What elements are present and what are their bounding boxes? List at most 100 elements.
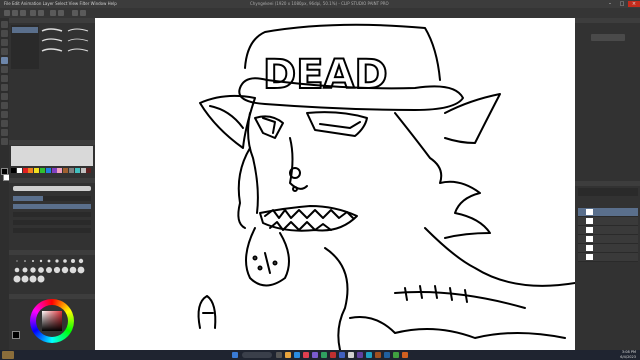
layer-thumbnail	[586, 245, 593, 251]
clip-studio-icon[interactable]	[348, 352, 354, 358]
airbrush-tool-icon[interactable]	[1, 84, 8, 91]
color-swatch[interactable]	[40, 168, 45, 173]
brush-stroke-preview[interactable]	[67, 28, 89, 32]
brush-preview-grid[interactable]	[40, 25, 94, 69]
color-wheel[interactable]	[30, 299, 74, 343]
app-icon[interactable]	[375, 352, 381, 358]
color-swatch[interactable]	[11, 168, 16, 173]
save-icon[interactable]	[20, 10, 26, 16]
open-file-icon[interactable]	[12, 10, 18, 16]
eraser-tool-icon[interactable]	[1, 93, 8, 100]
color-swatch[interactable]	[63, 168, 69, 173]
collar-line	[349, 316, 566, 339]
layer-row-selected[interactable]	[578, 208, 638, 217]
tongue-dot	[257, 265, 263, 271]
app-icon[interactable]	[357, 352, 363, 358]
file-explorer-icon[interactable]	[285, 352, 291, 358]
color-swatch[interactable]	[34, 168, 40, 173]
pen-tool-icon[interactable]	[1, 57, 8, 64]
layer-toolbar[interactable]	[578, 188, 638, 196]
brush-stroke-preview[interactable]	[67, 48, 89, 52]
color-swatch[interactable]	[28, 168, 34, 173]
color-swatch[interactable]	[57, 168, 63, 173]
app-icon[interactable]	[366, 352, 372, 358]
zoom-tool-icon[interactable]	[1, 21, 8, 28]
select-tool-icon[interactable]	[1, 39, 8, 46]
redo-icon[interactable]	[38, 10, 44, 16]
blend-tool-icon[interactable]	[1, 102, 8, 109]
eyedropper-tool-icon[interactable]	[1, 48, 8, 55]
pencil-tool-icon[interactable]	[1, 66, 8, 73]
app-icon[interactable]	[303, 352, 309, 358]
search-box[interactable]	[242, 352, 272, 358]
layer-row[interactable]	[578, 253, 638, 262]
layer-row[interactable]	[578, 226, 638, 235]
canvas[interactable]: DEAD	[95, 18, 575, 350]
app-icon[interactable]	[312, 352, 318, 358]
tongue-dot	[252, 255, 258, 261]
brush-size-panel	[9, 250, 95, 255]
anti-aliasing-setting[interactable]	[13, 212, 91, 217]
vector-magnet-setting[interactable]	[13, 228, 91, 233]
navigator-panel	[575, 18, 640, 23]
ruler-icon[interactable]	[80, 10, 86, 16]
gradient-tool-icon[interactable]	[1, 120, 8, 127]
color-swatch[interactable]	[86, 168, 92, 173]
mouth	[259, 205, 358, 232]
clear-icon[interactable]	[50, 10, 56, 16]
brush-stroke-preview[interactable]	[41, 28, 63, 32]
brush-size-fill	[13, 196, 43, 201]
edge-icon[interactable]	[294, 352, 300, 358]
layer-row[interactable]	[578, 217, 638, 226]
color-swatch[interactable]	[16, 168, 22, 173]
color-swatch[interactable]	[74, 168, 80, 173]
left-panel	[9, 18, 95, 350]
color-swatch[interactable]	[45, 168, 51, 173]
sub-tool-group-selected[interactable]	[12, 27, 38, 33]
undo-icon[interactable]	[30, 10, 36, 16]
minimize-icon[interactable]: –	[604, 1, 616, 7]
app-icon[interactable]	[330, 352, 336, 358]
brush-stroke-preview[interactable]	[41, 38, 63, 42]
current-color-icon[interactable]	[12, 331, 20, 339]
layer-row[interactable]	[578, 244, 638, 253]
app-icon[interactable]	[384, 352, 390, 358]
opacity-slider[interactable]	[13, 204, 91, 209]
color-swatch[interactable]	[69, 168, 74, 173]
move-tool-icon[interactable]	[1, 30, 8, 37]
app-icon[interactable]	[393, 352, 399, 358]
maximize-icon[interactable]: □	[616, 1, 628, 7]
clock[interactable]: 3:08 PM 6/4/2023	[612, 350, 636, 359]
window-title: Chyngekeei (1920 x 1080px, 96dpi, 50.1%)…	[250, 1, 389, 6]
text-tool-icon[interactable]	[1, 138, 8, 145]
navigator-zoom-button[interactable]	[591, 34, 625, 41]
brush-stroke-preview[interactable]	[67, 38, 89, 42]
brush-tool-icon[interactable]	[1, 75, 8, 82]
app-icon[interactable]	[339, 352, 345, 358]
transform-icon[interactable]	[58, 10, 64, 16]
close-icon[interactable]: ×	[628, 1, 640, 7]
menu-bar[interactable]: File Edit Animation Layer Select View Fi…	[4, 0, 117, 8]
layer-row[interactable]	[578, 235, 638, 244]
app-icon[interactable]	[402, 352, 408, 358]
color-swatch[interactable]	[22, 168, 28, 173]
brush-size-slider[interactable]	[13, 196, 91, 201]
sub-tool-group-list[interactable]	[11, 25, 39, 69]
task-view-icon[interactable]	[276, 352, 282, 358]
brush-stroke-preview[interactable]	[41, 48, 63, 52]
start-icon[interactable]	[232, 352, 238, 358]
stabilization-slider[interactable]	[13, 220, 91, 225]
teeth-upper	[264, 209, 354, 219]
saturation-value-square[interactable]	[42, 311, 62, 331]
snap-icon[interactable]	[72, 10, 78, 16]
layer-thumbnail	[586, 218, 593, 224]
figure-tool-icon[interactable]	[1, 129, 8, 136]
fill-tool-icon[interactable]	[1, 111, 8, 118]
new-file-icon[interactable]	[4, 10, 10, 16]
color-swatch[interactable]	[51, 168, 57, 173]
brush-size-presets[interactable]	[13, 256, 91, 284]
app-icon[interactable]	[321, 352, 327, 358]
weather-widget-icon[interactable]	[2, 351, 14, 359]
color-swatch[interactable]	[80, 168, 86, 173]
line-art-drawing[interactable]: DEAD	[95, 18, 575, 350]
